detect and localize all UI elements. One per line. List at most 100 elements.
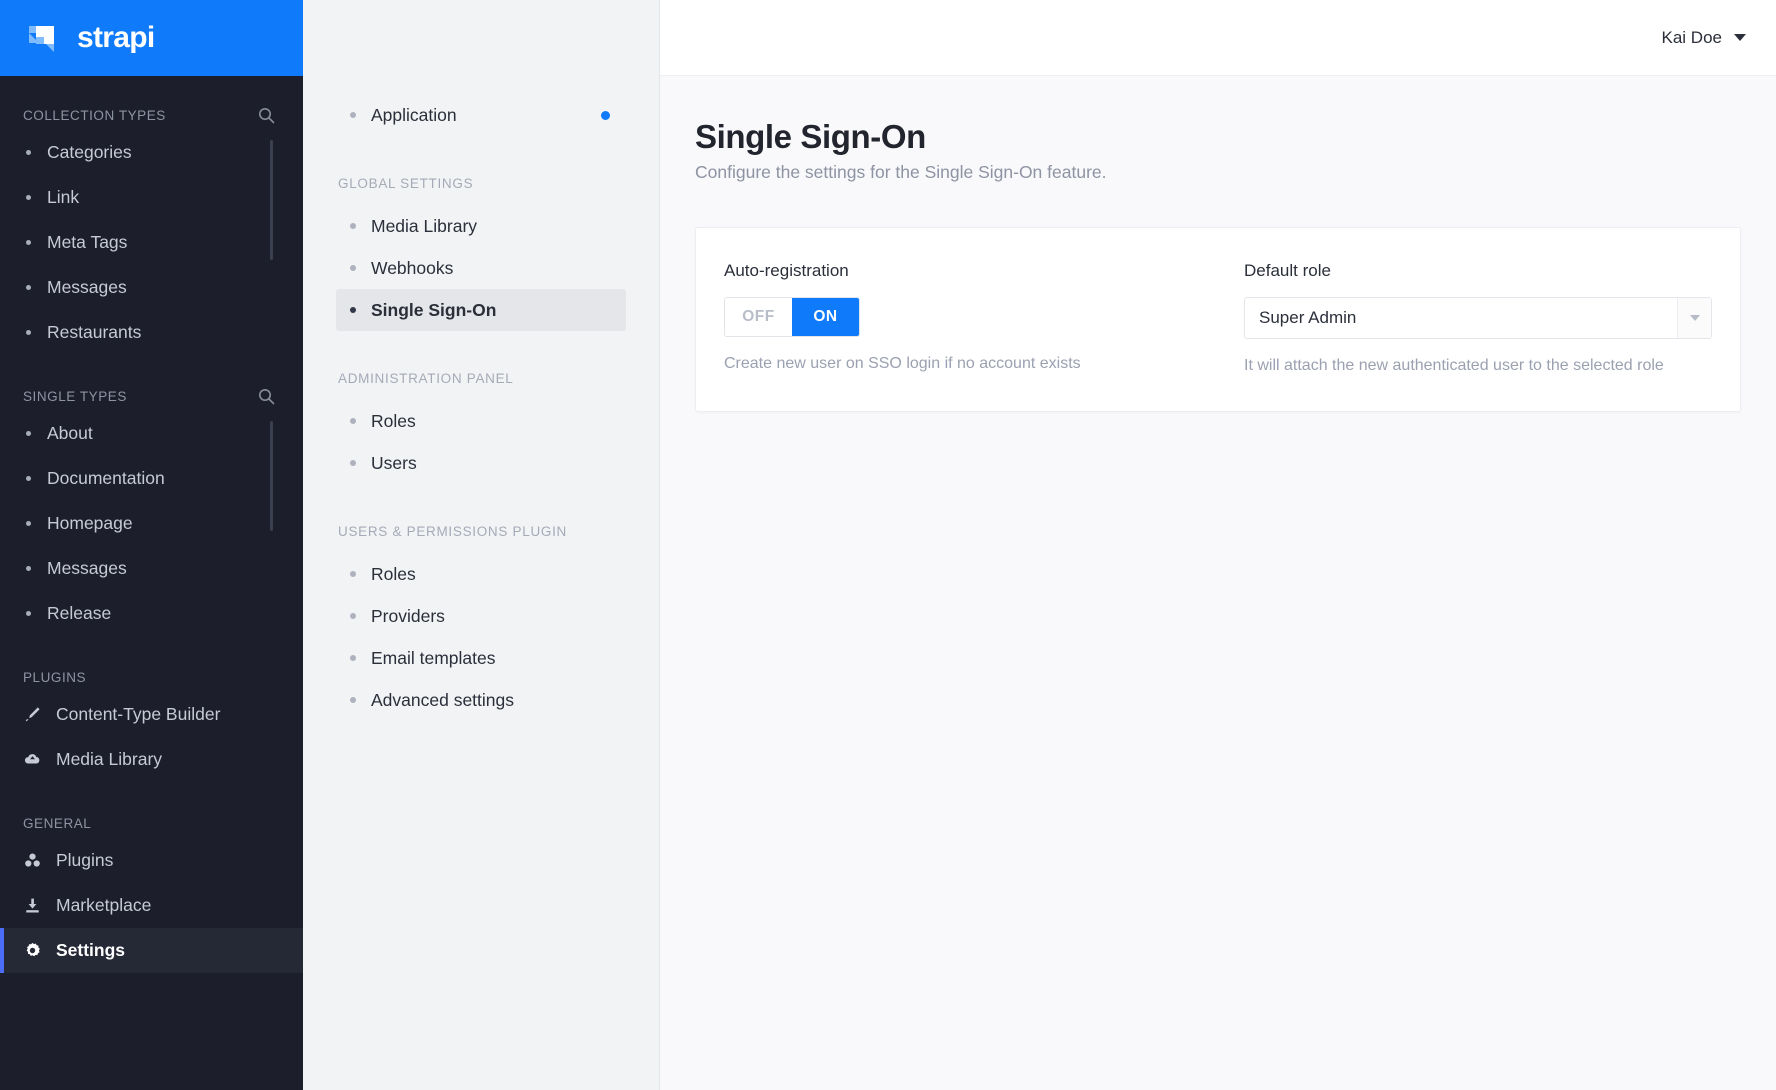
auto-registration-field: Auto-registration OFF ON Create new user…: [724, 261, 1218, 375]
sidebar-item-content-type-builder[interactable]: Content-Type Builder: [0, 692, 303, 737]
section-title: SINGLE TYPES: [23, 388, 127, 404]
toggle-option-off[interactable]: OFF: [725, 297, 792, 336]
brand-header[interactable]: strapi: [0, 0, 303, 76]
sidebar-item-label: Messages: [47, 558, 127, 578]
subnav-section-administration-panel: ADMINISTRATION PANEL: [338, 371, 514, 386]
default-role-value: Super Admin: [1259, 307, 1357, 327]
section-title: PLUGINS: [23, 669, 87, 685]
sidebar-item-messages[interactable]: Messages: [0, 265, 303, 310]
auto-registration-toggle[interactable]: OFF ON: [724, 296, 860, 337]
subnav-item-application[interactable]: Application: [336, 94, 626, 136]
sidebar-item-documentation[interactable]: Documentation: [0, 456, 303, 501]
sidebar-item-label: Release: [47, 603, 112, 623]
general-list: Plugins Marketplace Settings: [0, 838, 303, 973]
main-sidebar: strapi COLLECTION TYPES Categories Link: [0, 0, 303, 1090]
default-role-label: Default role: [1244, 260, 1331, 280]
section-header-general: GENERAL: [0, 808, 303, 838]
section-header-single-types: SINGLE TYPES: [0, 381, 303, 411]
subnav-section-users-permissions-plugin: USERS & PERMISSIONS PLUGIN: [338, 524, 567, 539]
bullet-icon: [26, 521, 31, 526]
subnav-item-email-templates[interactable]: Email templates: [336, 637, 626, 679]
sidebar-item-label: Marketplace: [56, 895, 152, 915]
chevron-down-icon[interactable]: [1677, 297, 1711, 338]
plugins-list: Content-Type Builder Media Library: [0, 692, 303, 782]
app-root: strapi COLLECTION TYPES Categories Link: [0, 0, 1776, 1090]
subnav-item-label: Webhooks: [371, 257, 454, 278]
subnav-item-admin-roles[interactable]: Roles: [336, 400, 626, 442]
page-header: Single Sign-On Configure the settings fo…: [660, 118, 1776, 183]
subnav-item-label: Advanced settings: [371, 689, 515, 710]
search-icon[interactable]: [257, 387, 275, 405]
single-types-list: About Documentation Homepage Messages Re…: [0, 411, 303, 636]
sidebar-item-meta-tags[interactable]: Meta Tags: [0, 220, 303, 265]
user-name: Kai Doe: [1661, 27, 1722, 47]
sidebar-item-label: Media Library: [56, 749, 163, 769]
subnav-section-global-settings: GLOBAL SETTINGS: [338, 176, 474, 191]
subnav-item-providers[interactable]: Providers: [336, 595, 626, 637]
download-icon: [22, 896, 42, 916]
section-header-plugins: PLUGINS: [0, 662, 303, 692]
chevron-down-icon: [1734, 34, 1746, 41]
sidebar-item-label: Restaurants: [47, 322, 142, 342]
sidebar-item-marketplace[interactable]: Marketplace: [0, 883, 303, 928]
sidebar-item-about[interactable]: About: [0, 411, 303, 456]
bullet-icon: [350, 418, 356, 424]
subnav-item-webhooks[interactable]: Webhooks: [336, 247, 626, 289]
bullet-icon: [350, 571, 356, 577]
sidebar-item-messages-single[interactable]: Messages: [0, 546, 303, 591]
subnav-item-label: Roles: [371, 410, 416, 431]
settings-subnav: Application GLOBAL SETTINGS Media Librar…: [303, 0, 660, 1090]
bullet-icon: [26, 330, 31, 335]
puzzle-icon: [22, 851, 42, 871]
sidebar-item-homepage[interactable]: Homepage: [0, 501, 303, 546]
sidebar-item-label: Messages: [47, 277, 127, 297]
auto-registration-label: Auto-registration: [724, 260, 849, 280]
subnav-item-label: Users: [371, 452, 417, 473]
notification-dot-icon: [601, 110, 610, 120]
sidebar-scroll-area: COLLECTION TYPES Categories Link Meta Ta: [0, 76, 303, 1090]
sidebar-item-settings[interactable]: Settings: [0, 928, 303, 973]
sidebar-item-label: Documentation: [47, 468, 165, 488]
bullet-icon: [350, 613, 356, 619]
subnav-item-advanced-settings[interactable]: Advanced settings: [336, 679, 626, 721]
bullet-icon: [26, 285, 31, 290]
collection-types-list: Categories Link Meta Tags Messages Resta…: [0, 130, 303, 355]
search-icon[interactable]: [257, 106, 275, 124]
section-header-collection-types: COLLECTION TYPES: [0, 100, 303, 130]
bullet-icon: [26, 476, 31, 481]
subnav-item-label: Application: [371, 104, 457, 125]
default-role-field: Default role Super Admin It will attach …: [1218, 261, 1712, 375]
sidebar-item-restaurants[interactable]: Restaurants: [0, 310, 303, 355]
bullet-icon: [26, 566, 31, 571]
sidebar-item-categories[interactable]: Categories: [0, 130, 303, 175]
subnav-item-media-library[interactable]: Media Library: [336, 205, 626, 247]
sidebar-item-media-library[interactable]: Media Library: [0, 737, 303, 782]
sidebar-item-plugins[interactable]: Plugins: [0, 838, 303, 883]
sidebar-item-release[interactable]: Release: [0, 591, 303, 636]
subnav-item-single-sign-on[interactable]: Single Sign-On: [336, 289, 626, 331]
bullet-icon: [350, 112, 356, 118]
toggle-option-on[interactable]: ON: [792, 297, 859, 336]
paint-brush-icon: [22, 705, 42, 725]
sidebar-item-label: Categories: [47, 142, 132, 162]
sidebar-item-link[interactable]: Link: [0, 175, 303, 220]
section-title: COLLECTION TYPES: [23, 107, 166, 123]
bullet-icon: [26, 431, 31, 436]
cloud-upload-icon: [22, 750, 42, 770]
sidebar-item-label: Homepage: [47, 513, 133, 533]
bullet-icon: [26, 195, 31, 200]
sidebar-item-label: Settings: [56, 940, 126, 960]
sidebar-item-label: About: [47, 423, 93, 443]
subnav-item-label: Media Library: [371, 215, 478, 236]
page-subtitle: Configure the settings for the Single Si…: [695, 161, 1107, 182]
bullet-icon: [350, 697, 356, 703]
bullet-icon: [350, 265, 356, 271]
gear-icon: [22, 941, 42, 961]
subnav-item-admin-users[interactable]: Users: [336, 442, 626, 484]
default-role-select[interactable]: Super Admin: [1244, 296, 1712, 339]
user-menu-button[interactable]: Kai Doe: [1662, 28, 1746, 48]
section-title: GENERAL: [23, 815, 92, 831]
page-title: Single Sign-On: [695, 118, 926, 155]
subnav-item-up-roles[interactable]: Roles: [336, 553, 626, 595]
subnav-item-label: Email templates: [371, 647, 496, 668]
